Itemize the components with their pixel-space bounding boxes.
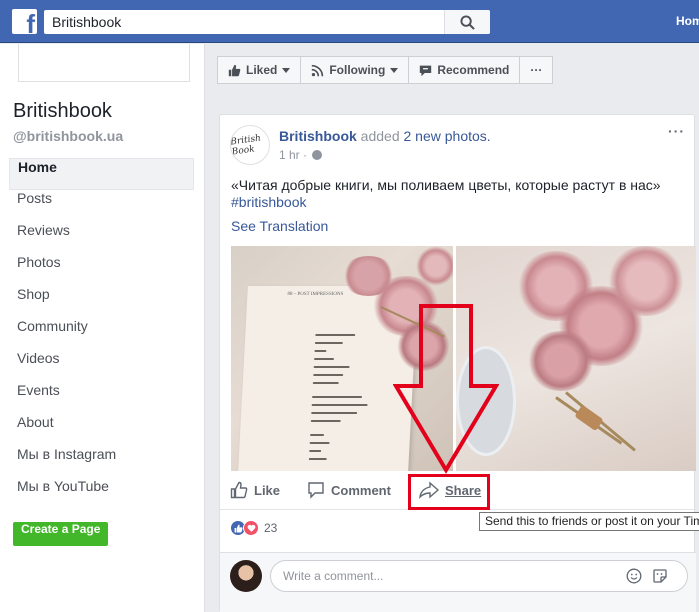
liked-label: Liked <box>246 63 278 77</box>
page-action-bar: Liked Following Recommend ··· <box>217 56 554 84</box>
recommend-button[interactable]: Recommend <box>408 56 521 84</box>
chevron-down-icon <box>282 67 291 73</box>
reaction-count: 23 <box>264 521 278 535</box>
recommend-label: Recommend <box>437 63 510 77</box>
more-dots-icon: ··· <box>530 63 543 77</box>
thumbs-up-icon <box>228 64 241 76</box>
post-author-avatar[interactable]: British Book <box>230 125 270 165</box>
red-arrow-annotation <box>393 304 499 474</box>
facebook-logo-icon[interactable]: f <box>12 9 37 34</box>
sidebar-item-home[interactable]: Home <box>9 158 194 190</box>
sidebar-item-photos[interactable]: Photos <box>9 254 194 286</box>
post-author-link[interactable]: Britishbook <box>279 128 357 144</box>
following-label: Following <box>329 63 386 77</box>
sidebar-item-shop[interactable]: Shop <box>9 286 194 318</box>
post-options-icon[interactable]: ··· <box>668 123 685 139</box>
comment-composer <box>220 552 696 612</box>
post-action-text: added <box>356 128 404 144</box>
following-button[interactable]: Following <box>300 56 410 84</box>
comment-box <box>270 560 688 592</box>
rss-icon <box>312 64 324 76</box>
sidebar-item-videos[interactable]: Videos <box>9 350 194 382</box>
profile-picture[interactable] <box>18 44 190 82</box>
comment-label: Comment <box>331 482 391 498</box>
sidebar-item-youtube[interactable]: Мы в YouTube <box>9 478 194 510</box>
search-icon <box>460 14 475 30</box>
create-page-button[interactable]: Create a Page <box>13 522 109 546</box>
like-label: Like <box>254 482 281 498</box>
sidebar-item-about[interactable]: About <box>9 414 194 446</box>
page-nav: Home Posts Reviews Photos Shop Community… <box>9 158 194 510</box>
comment-input[interactable] <box>283 561 603 591</box>
post-text: «Читая добрые книги, мы поливаем цветы, … <box>231 177 661 193</box>
see-translation-link[interactable]: See Translation <box>231 218 328 234</box>
left-sidebar: Britishbook @britishbook.ua Home Posts R… <box>0 44 205 612</box>
sidebar-item-reviews[interactable]: Reviews <box>9 222 194 254</box>
globe-icon <box>312 150 322 160</box>
like-button[interactable]: Like <box>230 481 280 499</box>
home-link[interactable]: Home <box>676 14 699 28</box>
sidebar-item-community[interactable]: Community <box>9 318 194 350</box>
love-reaction-icon <box>243 520 259 536</box>
thumbs-up-icon <box>230 481 248 499</box>
hashtag-link[interactable]: #britishbook <box>231 194 307 210</box>
share-tooltip: Send this to friends or post it on your … <box>479 512 699 531</box>
chevron-down-icon <box>390 67 399 73</box>
sidebar-item-posts[interactable]: Posts <box>9 190 194 222</box>
sidebar-item-events[interactable]: Events <box>9 382 194 414</box>
search-input[interactable] <box>44 10 444 34</box>
book-heading: 88 – POST IMPRESSIONS <box>287 292 344 297</box>
sticker-icon[interactable] <box>652 568 668 584</box>
comment-icon <box>308 482 324 499</box>
speech-bubble-icon <box>420 65 432 76</box>
reaction-summary[interactable]: 23 <box>230 520 277 536</box>
user-avatar[interactable] <box>230 560 262 592</box>
avatar-logo-text: British Book <box>230 133 262 158</box>
sidebar-item-instagram[interactable]: Мы в Instagram <box>9 446 194 478</box>
search-button[interactable] <box>444 10 490 34</box>
search-box <box>44 10 490 34</box>
page-title[interactable]: Britishbook <box>13 100 112 123</box>
share-highlight-box <box>408 474 490 510</box>
liked-button[interactable]: Liked <box>217 56 302 84</box>
post-header: Britishbook added 2 new photos. <box>279 128 491 144</box>
post-timestamp[interactable]: 1 hr · <box>279 148 307 162</box>
page-handle[interactable]: @britishbook.ua <box>13 128 123 144</box>
comment-button[interactable]: Comment <box>307 481 391 499</box>
emoji-icon[interactable] <box>626 568 642 584</box>
new-photos-link[interactable]: 2 new photos. <box>404 128 491 144</box>
more-options-button[interactable]: ··· <box>519 56 554 84</box>
top-bar: f Home <box>0 0 699 43</box>
